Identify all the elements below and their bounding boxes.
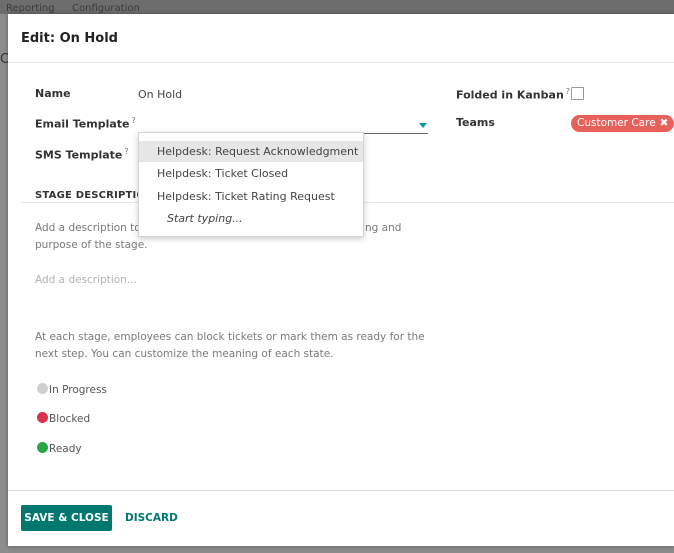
dropdown-option[interactable]: Helpdesk: Ticket Rating Request [139,186,363,207]
stage-description-intro-end: ng and [365,222,402,234]
sms-template-label: SMS Template? [35,147,129,162]
dialog-title: Edit: On Hold [21,31,118,46]
state-ready: Ready [37,442,82,455]
sms-template-help-icon[interactable]: ? [124,147,128,156]
sms-template-label-text: SMS Template [35,148,123,162]
stage-description-intro-line2: purpose of the stage. [35,239,148,251]
stage-description-input[interactable]: Add a description... [35,274,137,286]
teams-label: Teams [456,116,495,129]
background-menu-reporting: Reporting [6,3,55,14]
name-label-text: Name [35,87,71,100]
background-left-strip: C [0,14,9,553]
email-template-label: Email Template? [35,116,136,131]
discard-button[interactable]: DISCARD [125,512,178,524]
footer-divider [8,490,674,491]
state-ready-label: Ready [49,443,82,455]
edit-stage-dialog: Edit: On Hold Name On Hold Email Templat… [8,14,674,546]
background-menu-configuration: Configuration [72,3,140,14]
remove-tag-icon[interactable]: ✖ [660,117,669,129]
email-template-dropdown: Helpdesk: Request Acknowledgment Helpdes… [138,132,364,237]
teams-label-text: Teams [456,116,495,129]
dropdown-option[interactable]: Helpdesk: Ticket Closed [139,163,363,184]
folded-help-icon[interactable]: ? [566,87,570,96]
team-tag-label: Customer Care [577,117,656,129]
team-tag-customer-care: Customer Care ✖ [571,115,674,132]
stage-description-intro-start: Add a description to [35,222,141,234]
dialog-header: Edit: On Hold [8,14,674,63]
in-progress-dot-icon [37,383,48,394]
folded-in-kanban-label-text: Folded in Kanban [456,88,564,102]
folded-in-kanban-checkbox[interactable] [571,87,584,100]
name-field[interactable]: On Hold [138,88,182,101]
states-explanation-line1: At each stage, employees can block ticke… [35,331,425,343]
dropdown-option[interactable]: Helpdesk: Request Acknowledgment [139,141,363,162]
background-menu-bar: Reporting Configuration [0,0,674,14]
save-and-close-button[interactable]: SAVE & CLOSE [21,505,112,531]
states-explanation-line2: next step. You can customize the meaning… [35,348,334,360]
email-template-label-text: Email Template [35,117,130,131]
email-template-help-icon[interactable]: ? [132,116,136,125]
folded-in-kanban-label: Folded in Kanban? [456,87,570,102]
name-label: Name [35,87,71,100]
dropdown-start-typing[interactable]: Start typing... [139,208,363,229]
blocked-dot-icon [37,412,48,423]
dropdown-caret-icon[interactable] [419,123,427,128]
state-blocked: Blocked [37,412,90,425]
state-blocked-label: Blocked [49,413,91,425]
state-in-progress: In Progress [37,383,107,396]
ready-dot-icon [37,442,48,453]
state-in-progress-label: In Progress [49,384,107,396]
